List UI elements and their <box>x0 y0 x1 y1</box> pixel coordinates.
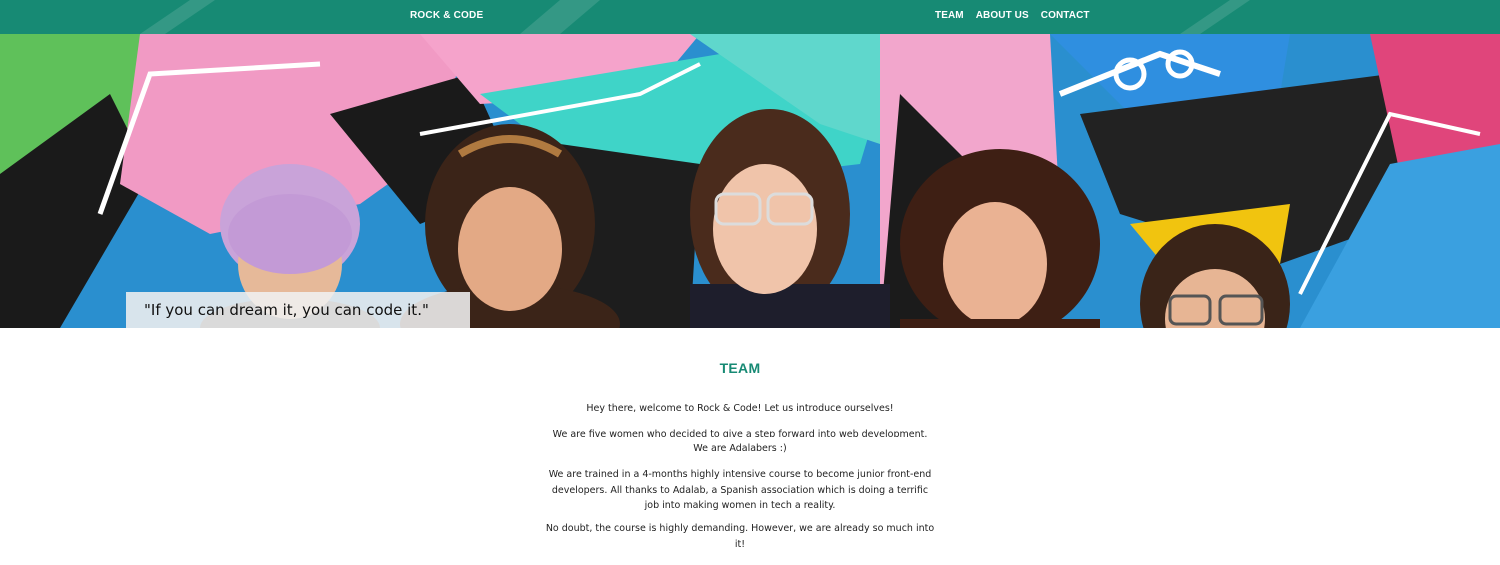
quote-box: "If you can dream it, you can code it." <box>126 292 470 328</box>
team-section: TEAM Hey there, welcome to Rock & Code! … <box>0 328 1500 565</box>
hero-quote: "If you can dream it, you can code it." <box>144 301 429 319</box>
nav-link-contact[interactable]: CONTACT <box>1041 10 1090 21</box>
section-title: TEAM <box>719 360 761 376</box>
nav-link-team[interactable]: TEAM <box>935 10 964 21</box>
training-paragraph: We are trained in a 4-months highly inte… <box>548 469 932 511</box>
main-nav: TEAM ABOUT US CONTACT <box>935 10 1090 21</box>
course-paragraph: No doubt, the course is highly demanding… <box>545 523 935 550</box>
hero-banner: "If you can dream it, you can code it." <box>0 34 1500 328</box>
brand-logo-link[interactable]: ROCK & CODE <box>410 10 483 21</box>
five-women-paragraph: We are five women who decided to give a … <box>552 429 928 437</box>
team-photo-graffiti <box>0 34 1500 328</box>
intro-paragraph: Hey there, welcome to Rock & Code! Let u… <box>586 403 894 414</box>
adalabers-paragraph: We are Adalabers :) <box>693 443 787 454</box>
header-decoration <box>140 0 1250 34</box>
site-header: ROCK & CODE TEAM ABOUT US CONTACT <box>0 0 1500 34</box>
nav-link-about-us[interactable]: ABOUT US <box>976 10 1029 21</box>
